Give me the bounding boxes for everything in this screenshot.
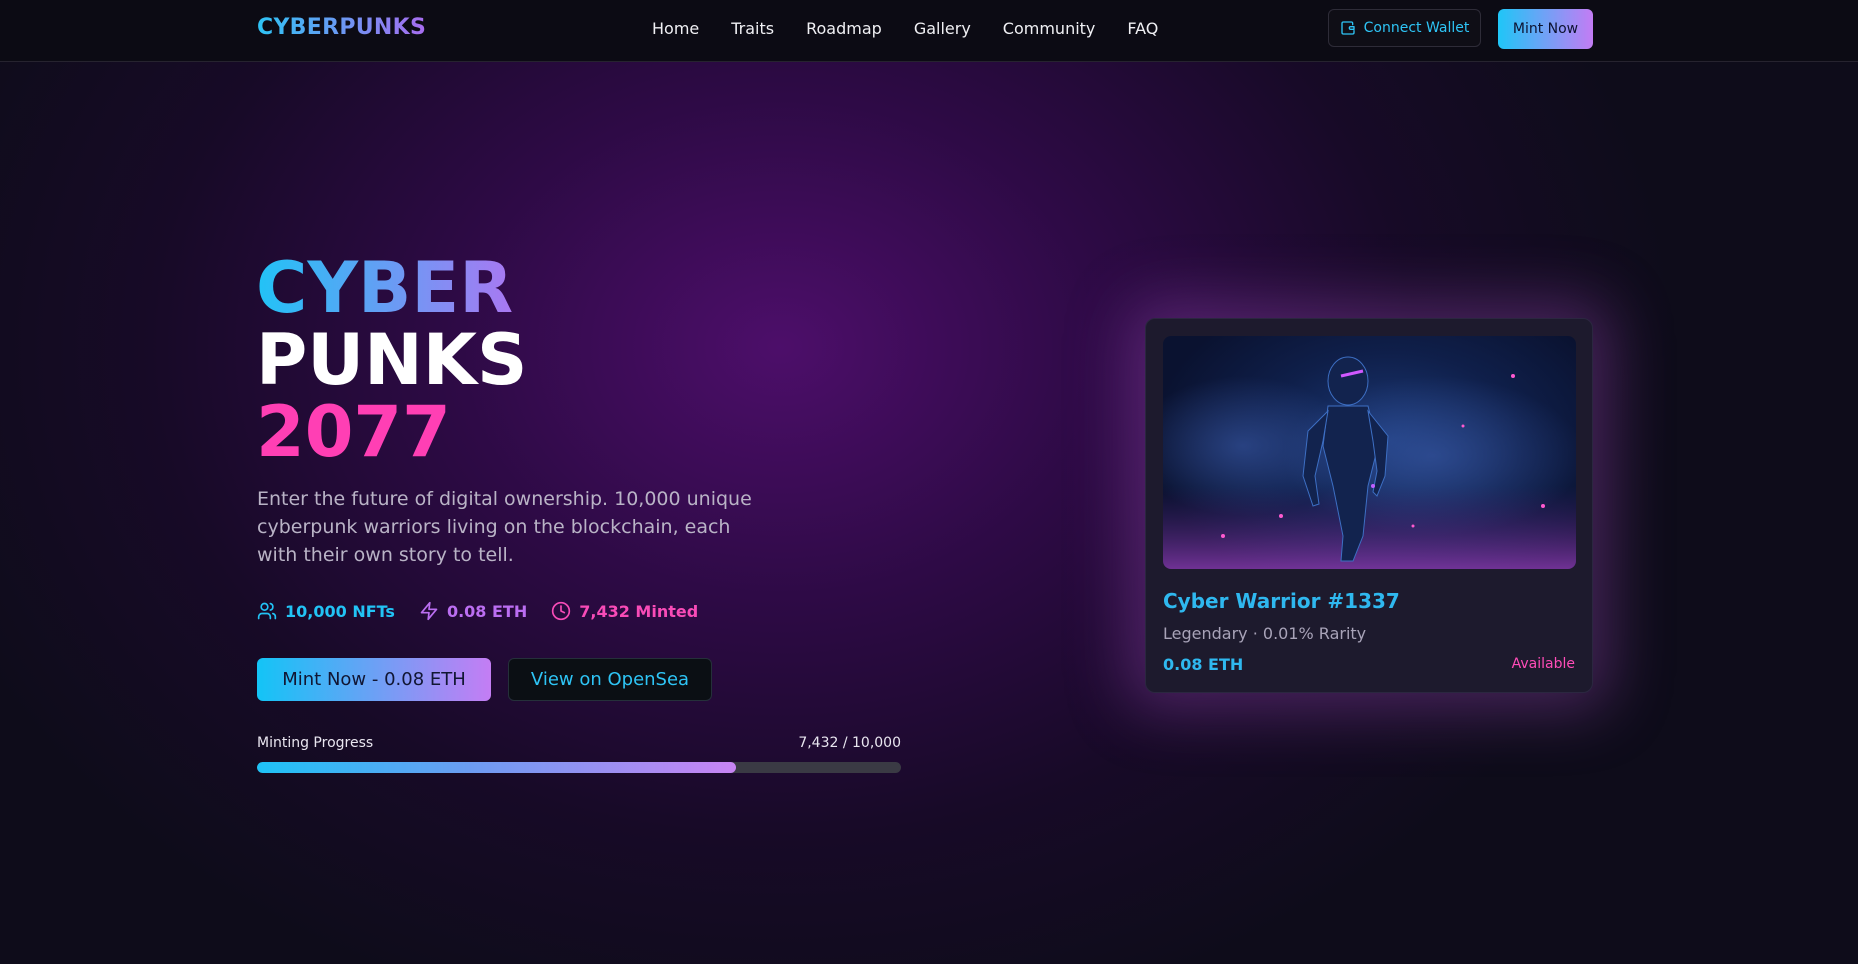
site-logo[interactable]: CYBERPUNKS <box>257 15 426 40</box>
hero-description: Enter the future of digital ownership. 1… <box>257 488 752 566</box>
minting-progress-count: 7,432 / 10,000 <box>798 735 901 751</box>
stat-minted-text: 7,432 Minted <box>579 601 699 621</box>
connect-wallet-button[interactable]: Connect Wallet <box>1328 9 1481 47</box>
hero-title-cyber: CYBER <box>256 252 527 324</box>
hero-title-2077: 2077 <box>256 391 451 473</box>
wallet-icon <box>1340 21 1355 35</box>
hero-stats: 10,000 NFTs 0.08 ETH 7,432 Minted <box>257 601 722 621</box>
stat-price: 0.08 ETH <box>419 601 527 621</box>
nav-link-faq[interactable]: FAQ <box>1127 19 1158 38</box>
nav-link-home[interactable]: Home <box>652 19 699 38</box>
top-navbar: CYBERPUNKS Home Traits Roadmap Gallery C… <box>0 0 1858 62</box>
nft-card-image <box>1163 336 1576 569</box>
nft-card-status-badge: Available <box>1511 656 1575 672</box>
nft-card-rarity: Legendary · 0.01% Rarity <box>1163 624 1367 643</box>
mint-now-button[interactable]: Mint Now - 0.08 ETH <box>257 658 491 701</box>
minting-progress-fill <box>257 762 736 773</box>
nav-link-traits[interactable]: Traits <box>731 19 774 38</box>
stat-price-text: 0.08 ETH <box>446 601 528 621</box>
mint-now-nav-button[interactable]: Mint Now <box>1498 9 1593 49</box>
cyber-warrior-illustration <box>1163 356 1576 569</box>
view-on-opensea-button[interactable]: View on OpenSea <box>508 658 712 701</box>
stat-total-nfts: 10,000 NFTs <box>257 601 395 621</box>
nft-card-title: Cyber Warrior #1337 <box>1163 589 1400 613</box>
stat-total-nfts-text: 10,000 NFTs <box>285 601 395 621</box>
lightning-icon <box>420 601 438 621</box>
hero-title-punks: PUNKS <box>256 319 528 401</box>
stat-minted: 7,432 Minted <box>551 601 698 621</box>
hero-title: CYBER PUNKS 2077 <box>256 252 527 468</box>
minting-progress-label: Minting Progress <box>257 735 374 751</box>
nav-links: Home Traits Roadmap Gallery Community FA… <box>652 19 1158 38</box>
minting-progress-bar <box>257 762 901 773</box>
nft-card-price: 0.08 ETH <box>1163 655 1244 674</box>
nav-link-gallery[interactable]: Gallery <box>914 19 971 38</box>
nft-card[interactable]: Cyber Warrior #1337 Legendary · 0.01% Ra… <box>1145 318 1593 693</box>
users-icon <box>257 602 277 620</box>
connect-wallet-label: Connect Wallet <box>1363 20 1470 36</box>
clock-icon <box>552 601 571 621</box>
nav-link-community[interactable]: Community <box>1003 19 1096 38</box>
nav-link-roadmap[interactable]: Roadmap <box>806 19 882 38</box>
